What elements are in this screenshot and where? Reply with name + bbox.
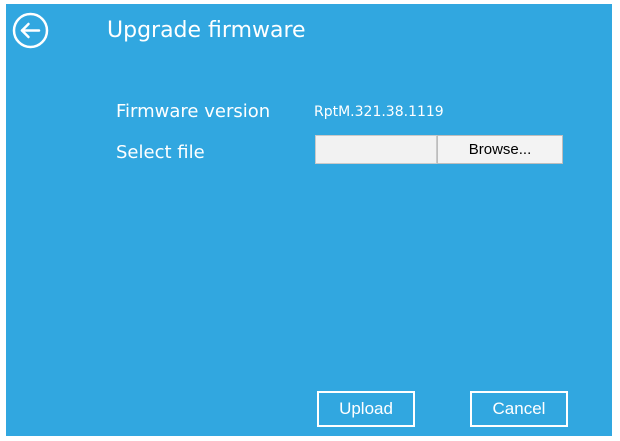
upgrade-firmware-panel: Upgrade firmware Firmware version RptM.3…: [6, 4, 612, 436]
browse-button[interactable]: Browse...: [437, 135, 563, 164]
select-file-label: Select file: [116, 142, 205, 163]
back-button[interactable]: [12, 12, 49, 49]
firmware-version-label: Firmware version: [116, 101, 271, 122]
upload-button[interactable]: Upload: [317, 391, 415, 427]
cancel-button[interactable]: Cancel: [470, 391, 568, 427]
firmware-version-value: RptM.321.38.1119: [314, 104, 444, 120]
page-title: Upgrade firmware: [107, 18, 306, 43]
arrow-left-circle-icon: [12, 12, 49, 49]
file-path-input[interactable]: [315, 135, 437, 164]
